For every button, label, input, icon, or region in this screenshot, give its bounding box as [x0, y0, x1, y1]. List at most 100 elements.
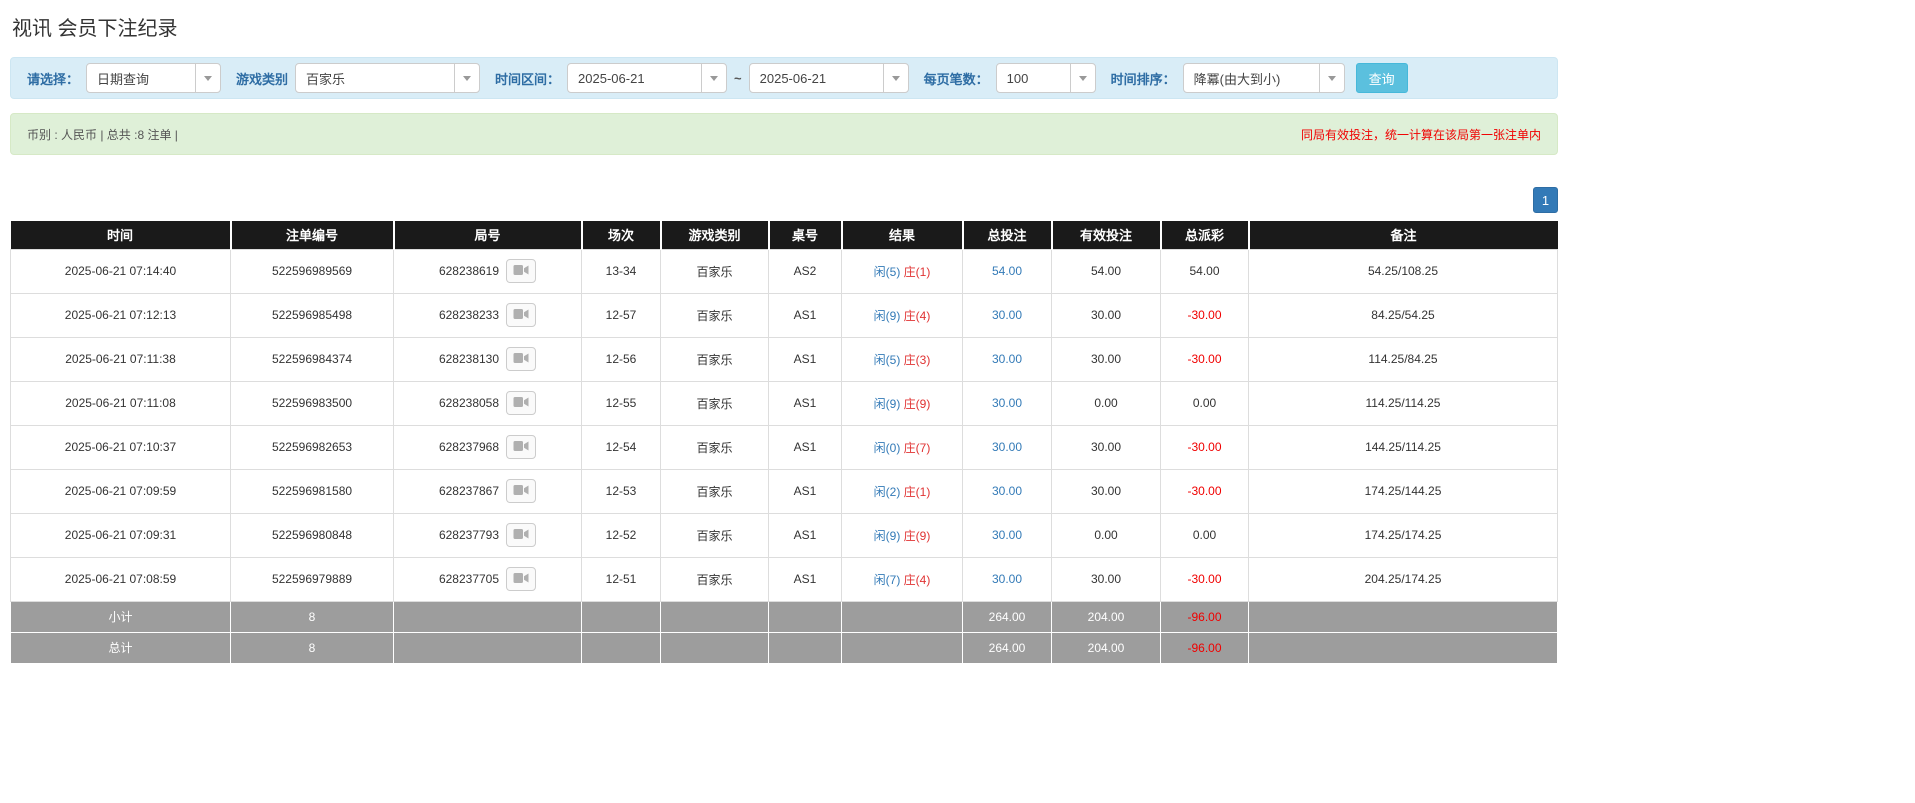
bet-record-row: 2025-06-21 07:09:31522596980848628237793…: [11, 513, 1558, 557]
game-type-select[interactable]: 百家乐: [295, 63, 480, 93]
video-replay-button[interactable]: [506, 567, 536, 591]
cell-remark: 114.25/84.25: [1249, 337, 1558, 381]
video-replay-button[interactable]: [506, 523, 536, 547]
column-header: 桌号: [769, 221, 842, 249]
cell-bet-id: 522596984374: [231, 337, 394, 381]
sort-label: 时间排序：: [1111, 69, 1176, 88]
page-title: 视讯 会员下注纪录: [10, 8, 1558, 57]
page-container: 视讯 会员下注纪录 请选择： 日期查询 游戏类别 百家乐 时间区间： 2025-…: [10, 8, 1558, 664]
round-number: 628238233: [439, 308, 499, 322]
result-player: 闲(5): [874, 265, 901, 279]
cell-bet-id: 522596980848: [231, 513, 394, 557]
cell-round-id: 628238130: [394, 337, 582, 381]
currency-summary-text: 币别 : 人民币 | 总共 :8 注单 |: [27, 126, 178, 143]
cell-remark: 114.25/114.25: [1249, 381, 1558, 425]
total-bet-link[interactable]: 30.00: [992, 352, 1022, 366]
table-header-row: 时间注单编号局号场次游戏类别桌号结果总投注有效投注总派彩备注: [11, 221, 1558, 249]
result-player: 闲(5): [874, 353, 901, 367]
total-bet-link[interactable]: 30.00: [992, 484, 1022, 498]
cell-round-id: 628237793: [394, 513, 582, 557]
cell-bet-id: 522596981580: [231, 469, 394, 513]
pagination: 1: [10, 187, 1558, 213]
query-type-select[interactable]: 日期查询: [86, 63, 221, 93]
column-header: 局号: [394, 221, 582, 249]
cell-time: 2025-06-21 07:14:40: [11, 249, 231, 293]
cell-time: 2025-06-21 07:08:59: [11, 557, 231, 601]
search-button[interactable]: 查询: [1356, 63, 1408, 93]
date-from-select[interactable]: 2025-06-21: [567, 63, 727, 93]
footer-count: 8: [231, 601, 394, 632]
result-player: 闲(9): [874, 529, 901, 543]
column-header: 总投注: [963, 221, 1052, 249]
cell-valid-bet: 30.00: [1052, 293, 1161, 337]
cell-game-type: 百家乐: [661, 249, 769, 293]
cell-valid-bet: 30.00: [1052, 425, 1161, 469]
page-size-value: 100: [1007, 71, 1029, 86]
cell-table-no: AS1: [769, 557, 842, 601]
page-size-label: 每页笔数：: [924, 69, 989, 88]
cell-result: 闲(7) 庄(4): [842, 557, 963, 601]
cell-round-id: 628237968: [394, 425, 582, 469]
cell-valid-bet: 30.00: [1052, 557, 1161, 601]
footer-count: 8: [231, 632, 394, 663]
video-camera-icon: [513, 572, 529, 587]
video-replay-button[interactable]: [506, 347, 536, 371]
video-replay-button[interactable]: [506, 479, 536, 503]
valid-bet-notice-text: 同局有效投注，统一计算在该局第一张注单内: [1301, 126, 1541, 143]
total-bet-link[interactable]: 30.00: [992, 396, 1022, 410]
cell-session: 12-56: [582, 337, 661, 381]
cell-result: 闲(0) 庄(7): [842, 425, 963, 469]
cell-game-type: 百家乐: [661, 513, 769, 557]
total-bet-link[interactable]: 30.00: [992, 528, 1022, 542]
video-replay-button[interactable]: [506, 259, 536, 283]
bet-record-row: 2025-06-21 07:08:59522596979889628237705…: [11, 557, 1558, 601]
column-header: 时间: [11, 221, 231, 249]
footer-empty: [1249, 632, 1558, 663]
total-bet-link[interactable]: 30.00: [992, 572, 1022, 586]
footer-valid-bet: 204.00: [1052, 632, 1161, 663]
round-number: 628237867: [439, 484, 499, 498]
range-separator: ~: [734, 71, 742, 86]
cell-session: 12-51: [582, 557, 661, 601]
footer-valid-bet: 204.00: [1052, 601, 1161, 632]
cell-table-no: AS1: [769, 381, 842, 425]
date-to-select[interactable]: 2025-06-21: [749, 63, 909, 93]
cell-remark: 144.25/114.25: [1249, 425, 1558, 469]
result-player: 闲(0): [874, 441, 901, 455]
query-type-value: 日期查询: [97, 69, 149, 88]
cell-result: 闲(5) 庄(3): [842, 337, 963, 381]
cell-payout: 0.00: [1161, 381, 1249, 425]
video-replay-button[interactable]: [506, 391, 536, 415]
cell-session: 12-52: [582, 513, 661, 557]
video-replay-button[interactable]: [506, 303, 536, 327]
cell-session: 12-54: [582, 425, 661, 469]
cell-game-type: 百家乐: [661, 469, 769, 513]
footer-total-bet: 264.00: [963, 632, 1052, 663]
video-replay-button[interactable]: [506, 435, 536, 459]
total-bet-link[interactable]: 30.00: [992, 440, 1022, 454]
result-player: 闲(9): [874, 309, 901, 323]
column-header: 场次: [582, 221, 661, 249]
cell-remark: 54.25/108.25: [1249, 249, 1558, 293]
pagination-page-button[interactable]: 1: [1533, 187, 1558, 213]
sort-select[interactable]: 降冪(由大到小): [1183, 63, 1345, 93]
cell-total-bet: 30.00: [963, 513, 1052, 557]
total-bet-link[interactable]: 30.00: [992, 308, 1022, 322]
cell-game-type: 百家乐: [661, 381, 769, 425]
bet-record-row: 2025-06-21 07:11:08522596983500628238058…: [11, 381, 1558, 425]
result-player: 闲(7): [874, 573, 901, 587]
cell-total-bet: 30.00: [963, 557, 1052, 601]
cell-result: 闲(9) 庄(4): [842, 293, 963, 337]
cell-session: 12-57: [582, 293, 661, 337]
cell-round-id: 628238233: [394, 293, 582, 337]
page-size-select[interactable]: 100: [996, 63, 1096, 93]
round-number: 628237793: [439, 528, 499, 542]
cell-remark: 174.25/144.25: [1249, 469, 1558, 513]
cell-total-bet: 30.00: [963, 425, 1052, 469]
cell-payout: -30.00: [1161, 293, 1249, 337]
bet-record-row: 2025-06-21 07:14:40522596989569628238619…: [11, 249, 1558, 293]
bet-record-row: 2025-06-21 07:12:13522596985498628238233…: [11, 293, 1558, 337]
cell-session: 13-34: [582, 249, 661, 293]
footer-empty: [842, 632, 963, 663]
total-bet-link[interactable]: 54.00: [992, 264, 1022, 278]
